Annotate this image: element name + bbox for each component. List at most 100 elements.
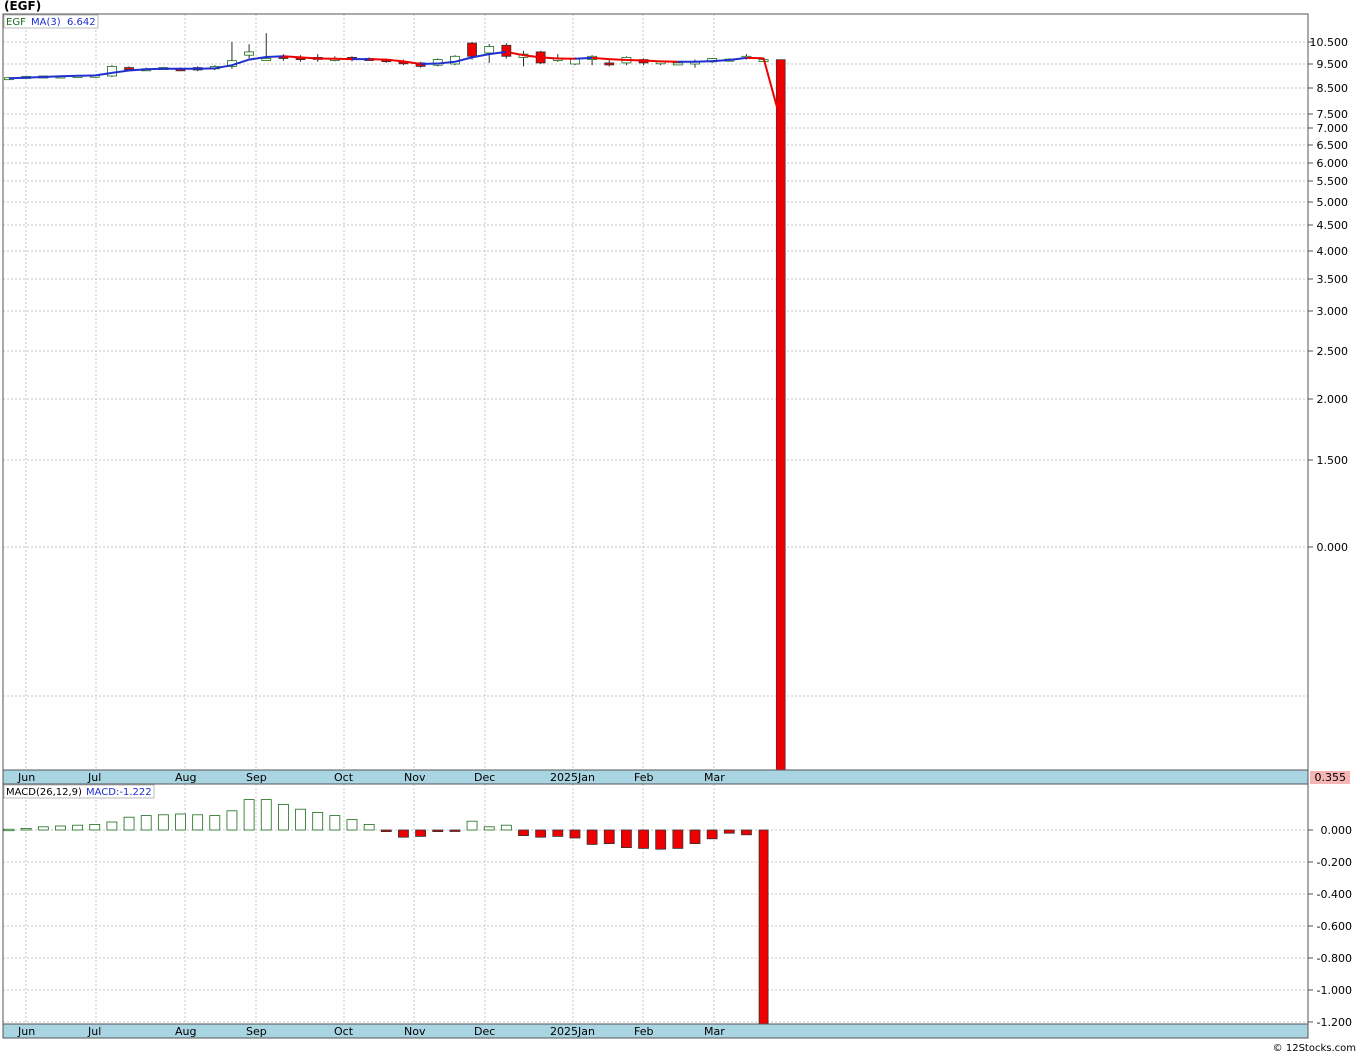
macd-date-label: Jul	[87, 1025, 101, 1038]
candle-body	[484, 46, 495, 54]
macd-tick-label: -0.200	[1317, 856, 1352, 869]
macd-bar	[226, 810, 238, 831]
macd-bar	[466, 820, 478, 831]
macd-date-label: Nov	[404, 1025, 426, 1038]
price-date-label: Dec	[474, 771, 495, 784]
macd-legend-value: MACD:-1.222	[86, 787, 152, 798]
ma-segment	[592, 56, 610, 61]
macd-bar	[483, 826, 495, 831]
chart-canvas: (EGF) Jun Jul Aug Sep Oct Nov Dec 2025Jan Feb Mar…	[2, 0, 1356, 1054]
macd-bar	[380, 829, 392, 833]
macd-date-label: Oct	[334, 1025, 354, 1038]
ma-segment	[712, 59, 730, 63]
macd-tick-label: -1.000	[1317, 984, 1352, 997]
legend-ma-value: 6.642	[67, 17, 96, 28]
ma-segment	[26, 75, 44, 79]
ma-segment	[609, 58, 627, 62]
macd-bar	[655, 829, 667, 850]
candle-body	[604, 62, 615, 66]
price-date-label: Nov	[404, 771, 426, 784]
footer-credit: © 12Stocks.com	[1273, 1043, 1356, 1054]
price-tick-label: 2.000	[1317, 393, 1349, 406]
macd-bar	[3, 828, 15, 832]
price-date-label: 2025Jan	[550, 771, 595, 784]
ma-segment	[300, 56, 318, 60]
ma-segment	[694, 60, 713, 63]
price-date-label: Sep	[246, 771, 267, 784]
macd-tick-label: 0.000	[1321, 824, 1353, 837]
macd-bar	[346, 819, 358, 831]
macd-bar	[277, 804, 289, 831]
y-axis-labels: 10.500 9.500 8.500 7.5007.000 6.500 6.000 5.50…	[1308, 36, 1352, 1029]
macd-date-label: Aug	[175, 1025, 196, 1038]
candle-body	[467, 42, 477, 57]
macd-bar	[37, 826, 49, 831]
price-tick-label: 10.500	[1310, 36, 1349, 49]
legend-ma: MA(3)	[31, 17, 61, 28]
macd-bar	[603, 829, 615, 845]
ma-segment	[128, 68, 147, 72]
macd-tick-label: -1.200	[1317, 1016, 1352, 1029]
price-tick-label: 8.500	[1317, 82, 1349, 95]
price-candles	[4, 33, 786, 771]
macd-bar	[638, 829, 649, 849]
candle-body	[261, 58, 272, 61]
macd-tick-label: -0.800	[1317, 952, 1352, 965]
macd-date-label: Jun	[17, 1025, 35, 1038]
macd-date-label: Dec	[474, 1025, 495, 1038]
macd-date-label: Feb	[634, 1025, 653, 1038]
macd-bar	[500, 824, 512, 831]
macd-bar	[295, 808, 306, 831]
candle-body	[107, 66, 117, 77]
macd-bar	[432, 829, 444, 833]
price-tick-label: 3.000	[1317, 305, 1349, 318]
macd-bar	[552, 829, 564, 837]
macd-bar	[209, 815, 221, 831]
price-tick-label: 4.500	[1317, 219, 1349, 232]
price-date-label: Oct	[334, 771, 354, 784]
price-date-axis-band	[2, 769, 1309, 785]
macd-bar	[449, 829, 461, 832]
macd-bar	[689, 829, 701, 845]
price-tick-label: 3.500	[1317, 273, 1349, 286]
macd-bar	[706, 829, 718, 840]
candle-body	[672, 62, 683, 66]
price-tick-label: 1.500	[1317, 454, 1349, 467]
macd-date-label: Sep	[246, 1025, 267, 1038]
price-date-label: Feb	[634, 771, 653, 784]
price-tick-label: 9.500	[1317, 58, 1349, 71]
ma-segment	[643, 59, 661, 63]
price-date-label: Mar	[704, 771, 725, 784]
price-panel-frame	[2, 13, 1309, 771]
macd-bar	[89, 824, 101, 831]
macd-bar	[569, 829, 581, 839]
macd-legend-name: MACD(26,12,9)	[6, 787, 82, 798]
macd-bar	[621, 829, 632, 849]
macd-date-axis-band	[2, 1023, 1309, 1039]
chart-title: (EGF)	[4, 0, 41, 13]
macd-bar	[415, 829, 427, 837]
macd-bar	[329, 815, 341, 831]
macd-bar	[312, 812, 324, 831]
macd-bar	[175, 813, 186, 831]
price-date-label: Aug	[175, 771, 196, 784]
grid-lines	[3, 14, 1308, 1024]
macd-bar	[758, 829, 769, 1025]
price-tick-label: 5.000	[1317, 196, 1349, 209]
moving-average-line	[8, 50, 782, 122]
macd-bars	[3, 799, 769, 1025]
macd-bar	[55, 825, 66, 831]
candle-body	[775, 59, 786, 771]
macd-bar	[260, 799, 272, 831]
ma-segment	[283, 55, 301, 59]
macd-bar	[723, 829, 735, 834]
price-tick-label: 7.000	[1317, 122, 1349, 135]
ma-segment	[540, 56, 558, 60]
macd-bar	[157, 814, 169, 831]
price-date-label: Jun	[17, 771, 35, 784]
macd-bar	[586, 829, 598, 845]
ma-segment	[729, 56, 747, 62]
macd-bar	[243, 799, 255, 831]
ma-segment	[266, 55, 284, 58]
macd-bar	[72, 824, 83, 831]
